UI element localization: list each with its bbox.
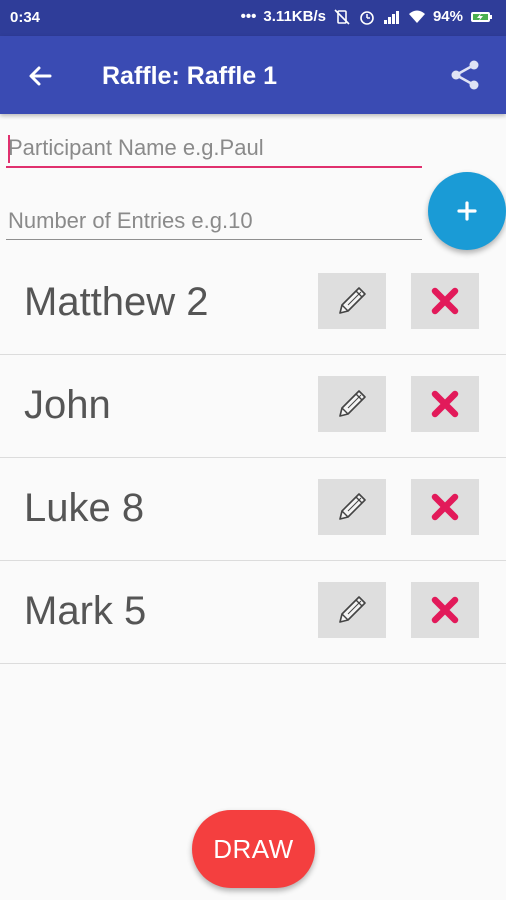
page-title: Raffle: Raffle 1 xyxy=(102,62,278,90)
list-item: Luke 8 xyxy=(0,458,506,561)
pencil-icon xyxy=(339,287,366,314)
list-item: Mark 5 xyxy=(0,561,506,664)
delete-button[interactable] xyxy=(411,376,479,432)
more-dots-icon: ••• xyxy=(240,8,257,25)
vibrate-off-icon xyxy=(334,8,350,25)
delete-button[interactable] xyxy=(411,582,479,638)
plus-icon xyxy=(457,201,477,221)
pencil-icon xyxy=(339,493,366,520)
wifi-icon xyxy=(408,10,425,23)
draw-button[interactable]: DRAW xyxy=(192,810,315,888)
share-icon[interactable] xyxy=(448,58,482,92)
list-item: Matthew 2 xyxy=(0,252,506,355)
alarm-icon xyxy=(360,10,374,25)
participant-name-input[interactable] xyxy=(6,130,422,168)
participant-label: Luke 8 xyxy=(24,486,145,530)
edit-button[interactable] xyxy=(318,376,386,432)
participant-list: Matthew 2 John Luke 8 Mark 5 xyxy=(0,252,506,664)
participant-label: Matthew 2 xyxy=(24,280,209,324)
entries-count-input[interactable] xyxy=(6,202,422,240)
close-x-icon xyxy=(431,390,459,418)
app-bar: Raffle: Raffle 1 xyxy=(0,36,506,114)
close-x-icon xyxy=(431,493,459,521)
status-bar: 0:34 ••• 3.11KB/s 94% xyxy=(0,0,506,36)
status-time: 0:34 xyxy=(10,9,41,26)
status-icons: ••• 3.11KB/s 94% xyxy=(241,8,494,25)
edit-button[interactable] xyxy=(318,479,386,535)
battery-percent: 94% xyxy=(432,8,463,25)
battery-charging-icon xyxy=(471,11,492,22)
pencil-icon xyxy=(339,596,366,623)
network-speed: 3.11KB/s xyxy=(263,8,326,25)
edit-button[interactable] xyxy=(318,582,386,638)
participant-label: Mark 5 xyxy=(24,589,147,633)
list-item: John xyxy=(0,355,506,458)
participant-label: John xyxy=(24,383,111,427)
signal-icon xyxy=(383,10,399,24)
arrow-back-icon[interactable] xyxy=(24,60,56,92)
add-participant-button[interactable] xyxy=(428,172,506,250)
edit-button[interactable] xyxy=(318,273,386,329)
delete-button[interactable] xyxy=(411,273,479,329)
close-x-icon xyxy=(431,596,459,624)
text-cursor xyxy=(8,135,10,163)
close-x-icon xyxy=(431,287,459,315)
delete-button[interactable] xyxy=(411,479,479,535)
pencil-icon xyxy=(339,390,366,417)
